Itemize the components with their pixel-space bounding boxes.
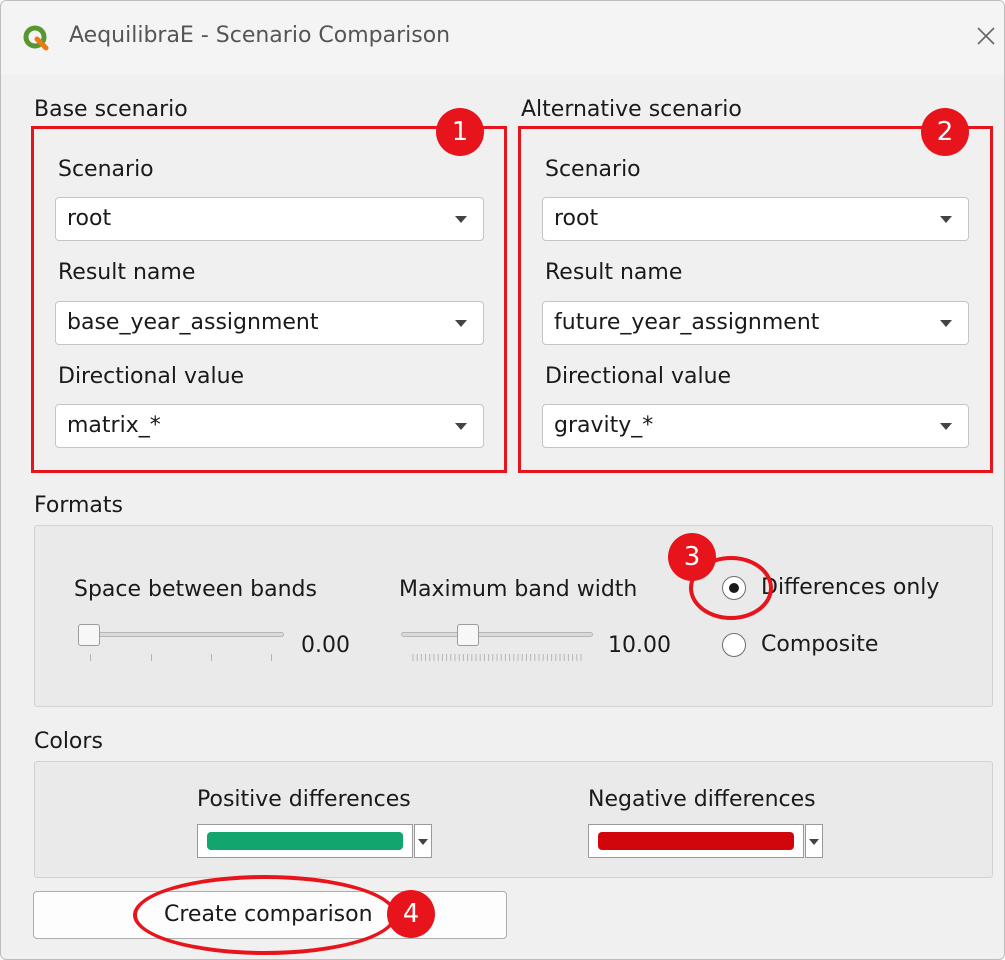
base-result-select[interactable]: base_year_assignment [55, 301, 484, 345]
chevron-down-icon [455, 320, 467, 327]
window-title: AequilibraE - Scenario Comparison [69, 23, 451, 48]
chevron-down-icon [455, 423, 467, 430]
positive-color-swatch [207, 832, 403, 850]
alternative-result-label: Result name [545, 260, 683, 285]
base-result-label: Result name [58, 260, 196, 285]
scenario-comparison-dialog: AequilibraE - Scenario Comparison Base s… [0, 0, 1005, 960]
alternative-directional-value: gravity_* [554, 413, 654, 438]
formats-heading: Formats [34, 493, 123, 518]
alternative-scenario-heading: Alternative scenario [521, 97, 742, 122]
composite-label[interactable]: Composite [761, 632, 878, 657]
colors-group [34, 761, 993, 878]
alternative-result-select[interactable]: future_year_assignment [542, 301, 969, 345]
chevron-down-icon [418, 839, 428, 845]
alternative-scenario-value: root [554, 206, 599, 231]
annotation-ellipse-4 [133, 875, 397, 955]
base-directional-value: matrix_* [67, 413, 161, 438]
base-directional-select[interactable]: matrix_* [55, 404, 484, 448]
close-icon [977, 27, 995, 45]
chevron-down-icon [940, 423, 952, 430]
annotation-badge-4: 4 [387, 890, 435, 938]
differences-only-label[interactable]: Differences only [761, 575, 939, 600]
maximum-band-width-handle[interactable] [457, 624, 480, 646]
space-between-bands-label: Space between bands [74, 577, 317, 602]
positive-color-dropdown[interactable] [414, 824, 432, 858]
maximum-band-width-value: 10.00 [608, 633, 671, 658]
base-scenario-select[interactable]: root [55, 197, 484, 241]
maximum-band-width-ticks [412, 654, 582, 661]
base-directional-label: Directional value [58, 364, 245, 389]
alternative-result-value: future_year_assignment [554, 310, 820, 335]
negative-color-dropdown[interactable] [805, 824, 823, 858]
space-between-bands-track[interactable] [78, 632, 284, 637]
negative-color-swatch [598, 832, 794, 850]
space-between-bands-value: 0.00 [301, 633, 350, 658]
base-scenario-label: Scenario [58, 157, 154, 182]
annotation-badge-1: 1 [436, 108, 484, 156]
positive-differences-label: Positive differences [197, 787, 411, 812]
slider-tick [211, 654, 212, 661]
alternative-directional-select[interactable]: gravity_* [542, 404, 969, 448]
chevron-down-icon [809, 839, 819, 845]
colors-heading: Colors [34, 729, 103, 754]
qgis-logo-icon [23, 25, 49, 51]
base-scenario-value: root [67, 206, 112, 231]
maximum-band-width-label: Maximum band width [399, 577, 638, 602]
slider-tick [90, 654, 91, 661]
negative-color-button[interactable] [588, 824, 804, 858]
annotation-badge-3: 3 [668, 533, 716, 581]
chevron-down-icon [455, 216, 467, 223]
alternative-scenario-select[interactable]: root [542, 197, 969, 241]
negative-differences-label: Negative differences [588, 787, 816, 812]
chevron-down-icon [940, 216, 952, 223]
annotation-badge-2: 2 [921, 108, 969, 156]
base-result-value: base_year_assignment [67, 310, 319, 335]
base-scenario-heading: Base scenario [34, 97, 188, 122]
chevron-down-icon [940, 320, 952, 327]
slider-tick [151, 654, 152, 661]
alternative-scenario-label: Scenario [545, 157, 641, 182]
maximum-band-width-track[interactable] [401, 632, 593, 637]
slider-tick [271, 654, 272, 661]
formats-group [34, 525, 993, 707]
positive-color-button[interactable] [197, 824, 413, 858]
alternative-directional-label: Directional value [545, 364, 732, 389]
composite-radio[interactable] [722, 633, 746, 657]
title-bar: AequilibraE - Scenario Comparison [1, 1, 1004, 75]
space-between-bands-handle[interactable] [78, 624, 100, 646]
close-button[interactable] [971, 21, 1001, 51]
